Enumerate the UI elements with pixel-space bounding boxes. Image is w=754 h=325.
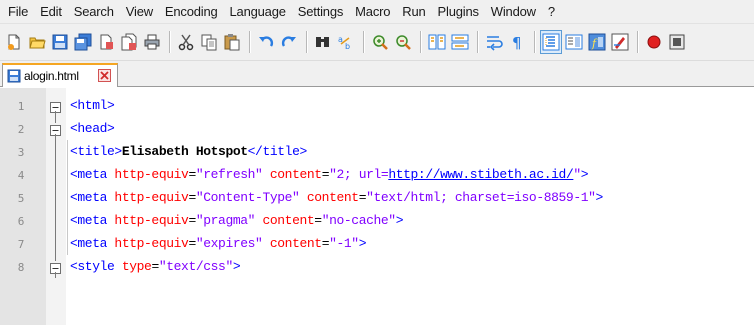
- tab-label: alogin.html: [24, 69, 79, 83]
- folder-workspace-icon[interactable]: [609, 30, 631, 54]
- menu-macro[interactable]: Macro: [349, 1, 396, 23]
- code-text[interactable]: <meta http-equiv="refresh" content="2; u…: [70, 167, 589, 182]
- fold-guide: [55, 163, 56, 186]
- tab-bar: alogin.html: [0, 61, 754, 87]
- toolbar-separator: [169, 31, 170, 53]
- code-text[interactable]: <meta http-equiv="expires" content="-1">: [70, 236, 367, 251]
- line-number: 4: [17, 169, 25, 182]
- menu-language[interactable]: Language: [224, 1, 292, 23]
- code-line[interactable]: 5 <meta http-equiv="Content-Type" content…: [0, 186, 754, 209]
- code-line[interactable]: 6 <meta http-equiv="pragma" content="no-c…: [0, 209, 754, 232]
- menu-encoding[interactable]: Encoding: [159, 1, 224, 23]
- code-line[interactable]: 2 <head>: [0, 117, 754, 140]
- open-file-icon[interactable]: [26, 30, 48, 54]
- code-line[interactable]: 1 <html>: [0, 94, 754, 117]
- menu-help[interactable]: ?: [542, 1, 561, 23]
- menu-settings[interactable]: Settings: [292, 1, 349, 23]
- code-text[interactable]: <style type="text/css">: [70, 259, 241, 274]
- line-number: 2: [17, 123, 25, 136]
- tab-alogin-html[interactable]: alogin.html: [2, 63, 118, 87]
- word-wrap-icon[interactable]: [483, 30, 505, 54]
- save-all-icon[interactable]: [72, 30, 94, 54]
- fold-guide: [55, 117, 56, 123]
- fold-guide: [55, 186, 56, 209]
- fold-guide: [55, 209, 56, 232]
- sync-horizontal-icon[interactable]: [449, 30, 471, 54]
- fold-toggle-icon[interactable]: [50, 123, 61, 136]
- toolbar-separator: [420, 31, 421, 53]
- stop-macro-icon[interactable]: [666, 30, 688, 54]
- toolbar: a b ¶ f: [0, 24, 754, 61]
- record-macro-icon[interactable]: [643, 30, 665, 54]
- toolbar-separator: [306, 31, 307, 53]
- print-icon[interactable]: [141, 30, 163, 54]
- code-text[interactable]: <head>: [70, 121, 115, 136]
- fold-toggle-icon[interactable]: [50, 100, 61, 113]
- replace-icon[interactable]: ab: [335, 30, 357, 54]
- saved-file-icon: [7, 69, 21, 83]
- cut-icon[interactable]: [175, 30, 197, 54]
- menu-edit[interactable]: Edit: [34, 1, 68, 23]
- editor[interactable]: 1 <html> 2 <head> 3 <title>Elisabeth Hotspot<…: [0, 88, 754, 325]
- close-all-icon[interactable]: [118, 30, 140, 54]
- new-file-icon[interactable]: [3, 30, 25, 54]
- function-list-icon[interactable]: f: [586, 30, 608, 54]
- svg-text:b: b: [345, 42, 350, 51]
- line-number: 5: [17, 192, 25, 205]
- copy-icon[interactable]: [198, 30, 220, 54]
- find-icon[interactable]: [312, 30, 334, 54]
- redo-icon[interactable]: [278, 30, 300, 54]
- line-number: 8: [17, 261, 25, 274]
- menu-run[interactable]: Run: [396, 1, 431, 23]
- code-line[interactable]: 4 <meta http-equiv="refresh" content="2; …: [0, 163, 754, 186]
- toolbar-separator: [249, 31, 250, 53]
- indent-guide: [67, 163, 68, 186]
- code-line[interactable]: 3 <title>Elisabeth Hotspot</title>: [0, 140, 754, 163]
- toolbar-separator: [534, 31, 535, 53]
- zoom-out-icon[interactable]: [392, 30, 414, 54]
- toolbar-separator: [477, 31, 478, 53]
- line-number: 7: [17, 238, 25, 251]
- line-number: 6: [17, 215, 25, 228]
- code-line[interactable]: 8 <style type="text/css">: [0, 255, 754, 278]
- menu-file[interactable]: File: [2, 1, 34, 23]
- fold-guide: [55, 140, 56, 163]
- svg-text:¶: ¶: [512, 34, 522, 51]
- indent-guide: [67, 186, 68, 209]
- code-line[interactable]: 7 <meta http-equiv="expires" content="-1"…: [0, 232, 754, 255]
- menu-view[interactable]: View: [120, 1, 159, 23]
- fold-guide: [55, 255, 56, 261]
- menu-bar: File Edit Search View Encoding Language Settin…: [0, 0, 754, 24]
- indent-guide: [67, 209, 68, 232]
- menu-window[interactable]: Window: [485, 1, 542, 23]
- fold-guide: [55, 232, 56, 255]
- close-icon[interactable]: [95, 30, 117, 54]
- close-tab-icon[interactable]: [97, 68, 111, 82]
- menu-search[interactable]: Search: [68, 1, 120, 23]
- document-map-icon[interactable]: [563, 30, 585, 54]
- code-text[interactable]: <meta http-equiv="Content-Type" content=…: [70, 190, 603, 205]
- line-number: 1: [17, 100, 25, 113]
- menu-plugins[interactable]: Plugins: [432, 1, 485, 23]
- indent-guide: [67, 140, 68, 163]
- line-number: 3: [17, 146, 25, 159]
- indent-guide-icon[interactable]: [540, 30, 562, 54]
- sync-vertical-icon[interactable]: [426, 30, 448, 54]
- code-text[interactable]: <html>: [70, 98, 115, 113]
- toolbar-separator: [363, 31, 364, 53]
- indent-guide: [67, 232, 68, 255]
- undo-icon[interactable]: [255, 30, 277, 54]
- zoom-in-icon[interactable]: [369, 30, 391, 54]
- toolbar-separator: [637, 31, 638, 53]
- fold-guide: [55, 272, 56, 278]
- code-text[interactable]: <meta http-equiv="pragma" content="no-ca…: [70, 213, 404, 228]
- code-text[interactable]: <title>Elisabeth Hotspot</title>: [70, 144, 307, 159]
- fold-toggle-icon[interactable]: [50, 261, 61, 274]
- show-all-characters-icon[interactable]: ¶: [506, 30, 528, 54]
- url-link[interactable]: http://www.stibeth.ac.id/: [388, 167, 573, 182]
- paste-icon[interactable]: [221, 30, 243, 54]
- save-icon[interactable]: [49, 30, 71, 54]
